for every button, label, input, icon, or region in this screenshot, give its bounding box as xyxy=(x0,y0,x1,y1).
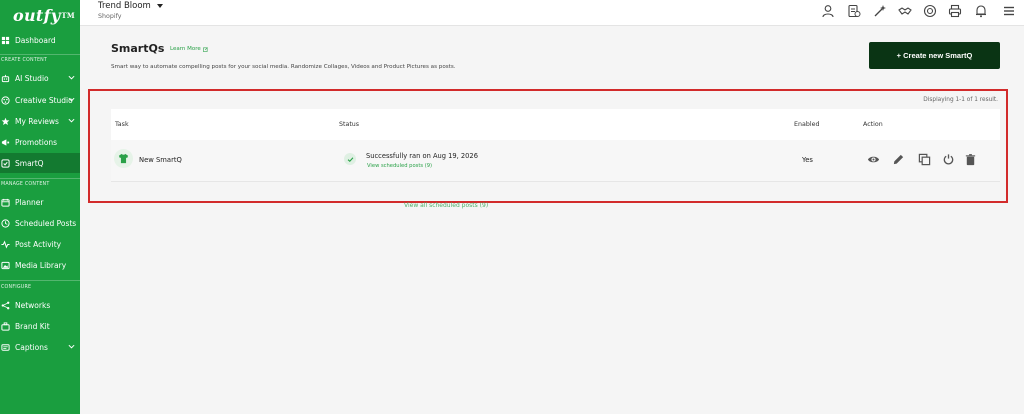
sidebar-item-label: Brand Kit xyxy=(15,321,50,331)
column-enabled: Enabled xyxy=(794,121,820,128)
printer-icon[interactable] xyxy=(948,4,962,18)
image-icon xyxy=(1,261,10,270)
billing-icon[interactable] xyxy=(847,4,861,18)
megaphone-icon xyxy=(1,138,10,147)
brand-kit-icon xyxy=(1,321,10,331)
sidebar-item-dashboard[interactable]: Dashboard xyxy=(0,30,80,50)
chevron-down-icon[interactable] xyxy=(68,96,75,103)
sidebar-item-label: Scheduled Posts xyxy=(15,218,77,228)
sidebar-divider xyxy=(0,54,80,55)
section-configure: CONFIGURE xyxy=(1,285,32,290)
sidebar-item-label: Creative Studio xyxy=(15,95,73,105)
smartq-icon xyxy=(1,158,10,168)
app-logo[interactable]: outfy TM xyxy=(0,0,80,30)
dashboard-icon xyxy=(1,36,10,45)
table-header: Task Status Enabled Action xyxy=(111,109,1000,140)
sidebar-divider xyxy=(0,280,80,281)
calendar-icon xyxy=(1,198,10,207)
sidebar-divider xyxy=(0,178,80,179)
sidebar-item-ai-studio[interactable]: AI Studio xyxy=(0,68,80,88)
robot-icon xyxy=(1,74,10,83)
menu-icon[interactable] xyxy=(1002,4,1016,18)
page-description: Smart way to automate compelling posts f… xyxy=(111,64,456,70)
task-name: New SmartQ xyxy=(139,156,182,164)
caption-icon xyxy=(1,343,10,352)
sidebar-item-label: My Reviews xyxy=(15,116,59,126)
results-count: Displaying 1-1 of 1 result. xyxy=(923,97,998,103)
sidebar-item-label: Post Activity xyxy=(15,239,62,249)
logo-tm: TM xyxy=(61,10,75,20)
network-icon xyxy=(1,301,10,310)
sidebar-item-label: Captions xyxy=(15,342,48,352)
copy-icon[interactable] xyxy=(917,152,931,166)
chevron-down-icon[interactable] xyxy=(68,74,75,81)
handshake-icon[interactable] xyxy=(898,4,912,18)
external-link-icon xyxy=(202,46,208,52)
caret-down-icon xyxy=(156,4,163,8)
eye-icon[interactable] xyxy=(866,152,880,166)
table-row[interactable]: New SmartQ Successfully ran on Aug 19, 2… xyxy=(111,140,1000,182)
sidebar-item-networks[interactable]: Networks xyxy=(0,295,80,315)
section-manage-content: MANAGE CONTENT xyxy=(1,182,50,187)
sidebar-item-my-reviews[interactable]: My Reviews xyxy=(0,111,80,131)
logo-text: outfy xyxy=(13,5,61,25)
sidebar-item-label: Planner xyxy=(15,197,44,207)
sidebar-item-planner[interactable]: Planner xyxy=(0,192,80,212)
sidebar-item-post-activity[interactable]: Post Activity xyxy=(0,234,80,254)
view-all-scheduled-posts-link[interactable]: View all scheduled posts (9) xyxy=(404,202,488,209)
chevron-down-icon[interactable] xyxy=(68,343,75,350)
activity-icon xyxy=(1,240,10,249)
check-icon xyxy=(344,153,356,165)
store-switcher[interactable]: Trend Bloom xyxy=(98,1,163,11)
top-bar: Trend Bloom Shopify xyxy=(80,0,1024,26)
support-icon[interactable] xyxy=(923,4,937,18)
store-name: Trend Bloom xyxy=(98,1,151,11)
star-icon xyxy=(1,117,10,126)
sidebar-item-captions[interactable]: Captions xyxy=(0,337,80,357)
chevron-down-icon[interactable] xyxy=(68,117,75,124)
store-platform: Shopify xyxy=(98,13,122,20)
section-create-content: CREATE CONTENT xyxy=(1,58,48,63)
sidebar-item-scheduled-posts[interactable]: Scheduled Posts xyxy=(0,213,80,233)
palette-icon xyxy=(1,95,10,105)
sidebar-item-creative-studio[interactable]: Creative Studio xyxy=(0,90,80,110)
sidebar-item-media-library[interactable]: Media Library xyxy=(0,255,80,275)
column-task: Task xyxy=(115,121,129,128)
tshirt-icon xyxy=(114,149,133,168)
enabled-value: Yes xyxy=(802,156,813,164)
column-action: Action xyxy=(863,121,883,128)
power-icon[interactable] xyxy=(941,152,955,166)
sidebar-item-label: Promotions xyxy=(15,137,58,147)
learn-more-link[interactable]: Learn More xyxy=(170,46,208,52)
trash-icon[interactable] xyxy=(963,152,977,166)
page-title: SmartQs xyxy=(111,42,165,55)
column-status: Status xyxy=(339,121,360,128)
sidebar-item-label: Dashboard xyxy=(15,35,56,45)
user-icon[interactable] xyxy=(821,4,835,18)
clock-icon xyxy=(1,218,10,228)
learn-more-label: Learn More xyxy=(170,46,201,52)
sidebar-item-label: Media Library xyxy=(15,260,67,270)
status-text: Successfully ran on Aug 19, 2026 xyxy=(366,152,478,160)
sidebar-item-smartq[interactable]: SmartQ xyxy=(0,153,80,173)
sidebar-item-brand-kit[interactable]: Brand Kit xyxy=(0,316,80,336)
sidebar-item-label: AI Studio xyxy=(15,73,49,83)
view-scheduled-posts-link[interactable]: View scheduled posts (9) xyxy=(367,163,432,169)
sidebar-item-label: Networks xyxy=(15,300,51,310)
sidebar-item-promotions[interactable]: Promotions xyxy=(0,132,80,152)
create-smartq-button[interactable]: + Create new SmartQ xyxy=(869,42,1000,69)
notification-icon[interactable] xyxy=(974,4,988,18)
edit-pencil-icon[interactable] xyxy=(891,152,905,166)
sidebar-item-label: SmartQ xyxy=(15,158,44,168)
sidebar: outfy TM Dashboard CREATE CONTENT AI Stud… xyxy=(0,0,80,414)
magic-wand-icon[interactable] xyxy=(873,4,887,18)
